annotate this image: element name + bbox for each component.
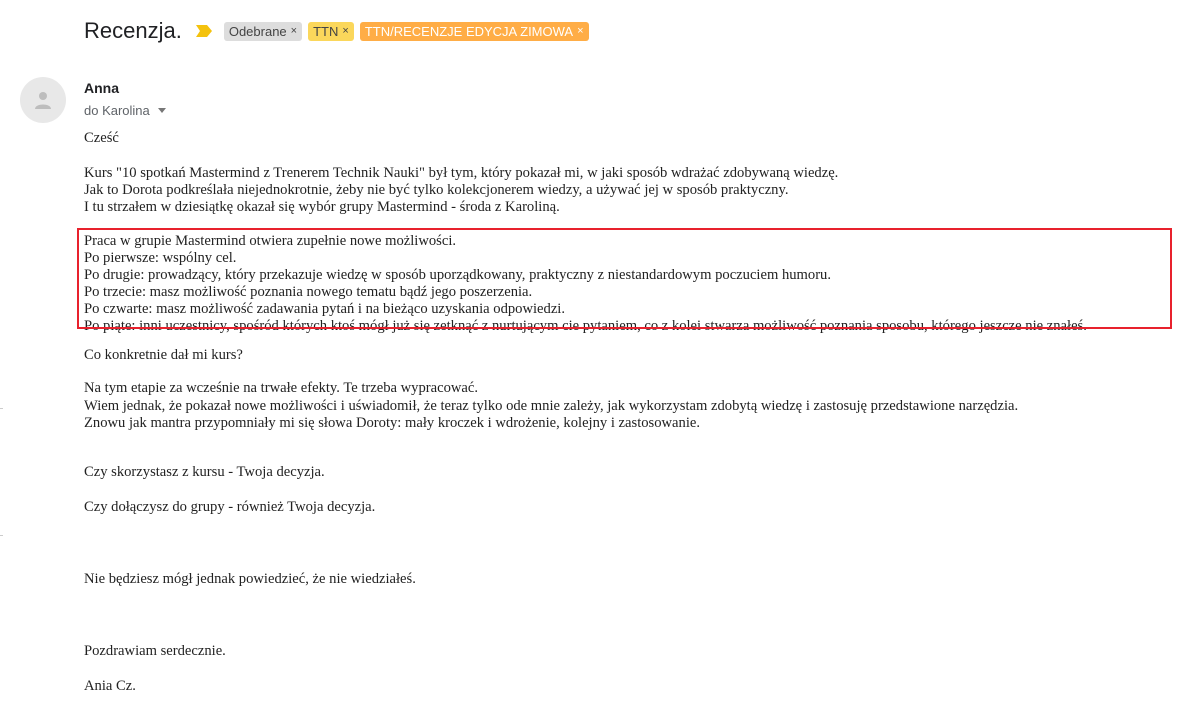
email-subject: Recenzja. xyxy=(84,18,182,43)
effects-line: Wiem jednak, że pokazał nowe możliwości … xyxy=(84,398,1019,414)
intro-line: Jak to Dorota podkreślała niejednokrotni… xyxy=(84,182,789,198)
effects-line: Znowu jak mantra przypomniały mi się sło… xyxy=(84,415,701,431)
sender-name[interactable]: Anna xyxy=(84,80,119,96)
intro-line: I tu strzałem w dziesiątkę okazał się wy… xyxy=(84,199,560,215)
remove-label-icon[interactable]: × xyxy=(577,22,583,41)
remove-label-icon[interactable]: × xyxy=(342,22,348,41)
label-chip-ttn[interactable]: TTN × xyxy=(308,21,354,41)
recipient-details[interactable]: do Karolina xyxy=(84,103,166,118)
signature: Ania Cz. xyxy=(84,678,136,694)
highlight-annotation-box xyxy=(77,228,1172,329)
label-chip-ttn-recenzje[interactable]: TTN/RECENZJE EDYCJA ZIMOWA × xyxy=(359,21,589,41)
importance-marker-icon[interactable] xyxy=(195,25,212,37)
recipient-label: do Karolina xyxy=(84,103,150,118)
question-line: Co konkretnie dał mi kurs? xyxy=(84,347,243,363)
greeting: Cześć xyxy=(84,130,119,146)
effects-line: Na tym etapie za wcześnie na trwałe efek… xyxy=(84,380,479,396)
edge-mark xyxy=(0,535,3,536)
intro-line: Kurs "10 spotkań Mastermind z Trenerem T… xyxy=(84,165,839,181)
closing-line: Nie będziesz mógł jednak powiedzieć, że … xyxy=(84,571,416,587)
chevron-down-icon[interactable] xyxy=(157,108,166,113)
remove-label-icon[interactable]: × xyxy=(291,22,297,41)
decision-line: Czy dołączysz do grupy - również Twoja d… xyxy=(84,499,376,515)
label-chip-odebrane[interactable]: Odebrane × xyxy=(223,21,303,41)
edge-mark xyxy=(0,408,3,409)
decision-line: Czy skorzystasz z kursu - Twoja decyzja. xyxy=(84,464,325,480)
regards-line: Pozdrawiam serdecznie. xyxy=(84,643,226,659)
person-icon xyxy=(35,92,51,109)
subject-row: Recenzja. Odebrane × TTN × TTN/RECENZJE … xyxy=(84,16,595,46)
avatar[interactable] xyxy=(20,77,66,123)
